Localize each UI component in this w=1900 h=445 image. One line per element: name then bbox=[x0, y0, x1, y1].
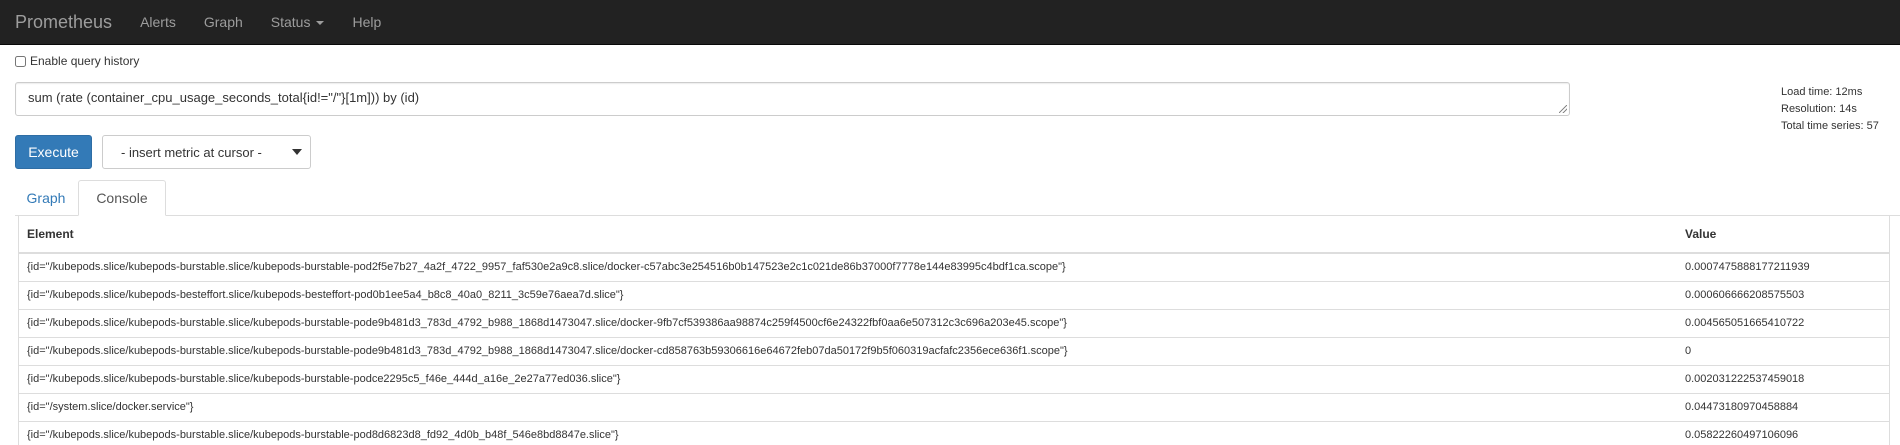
resolution: Resolution: 14s bbox=[1781, 103, 1857, 115]
table-header-row: Element Value bbox=[19, 216, 1889, 254]
value-cell: 0.000606666208575503 bbox=[1677, 280, 1889, 309]
expression-input[interactable]: sum (rate (container_cpu_usage_seconds_t… bbox=[15, 82, 1570, 116]
resize-handle-icon[interactable] bbox=[1559, 105, 1567, 113]
value-cell: 0.0007475888177211939 bbox=[1677, 252, 1889, 281]
column-header-element: Element bbox=[19, 216, 1677, 254]
query-history-checkbox[interactable] bbox=[15, 55, 26, 67]
caret-down-icon bbox=[316, 21, 325, 25]
value-cell: 0.05822260497106096 bbox=[1677, 420, 1889, 445]
element-cell: {id="/kubepods.slice/kubepods-burstable.… bbox=[19, 336, 1677, 365]
nav-status-dropdown[interactable]: Status bbox=[257, 0, 339, 44]
value-cell: 0.002031222537459018 bbox=[1677, 364, 1889, 393]
insert-metric-select[interactable]: - insert metric at cursor - bbox=[102, 135, 311, 169]
brand-link[interactable]: Prometheus bbox=[15, 12, 112, 33]
element-cell: {id="/system.slice/docker.service"} bbox=[19, 392, 1677, 421]
table-row: {id="/kubepods.slice/kubepods-burstable.… bbox=[19, 420, 1889, 445]
results-table: Element Value {id="/kubepods.slice/kubep… bbox=[19, 216, 1889, 445]
table-row: {id="/kubepods.slice/kubepods-burstable.… bbox=[19, 336, 1889, 365]
element-cell: {id="/kubepods.slice/kubepods-burstable.… bbox=[19, 420, 1677, 445]
element-cell: {id="/kubepods.slice/kubepods-burstable.… bbox=[19, 364, 1677, 393]
tab-graph[interactable]: Graph bbox=[15, 180, 77, 215]
query-stats: Load time: 12ms Resolution: 14s Total ti… bbox=[1781, 84, 1879, 135]
nav-graph[interactable]: Graph bbox=[190, 0, 257, 44]
nav-alerts[interactable]: Alerts bbox=[126, 0, 190, 44]
element-cell: {id="/kubepods.slice/kubepods-burstable.… bbox=[19, 308, 1677, 337]
execute-button[interactable]: Execute bbox=[15, 135, 92, 169]
table-row: {id="/kubepods.slice/kubepods-burstable.… bbox=[19, 252, 1889, 281]
value-cell: 0 bbox=[1677, 336, 1889, 365]
nav-status-label: Status bbox=[270, 14, 311, 30]
tab-console[interactable]: Console bbox=[78, 180, 166, 216]
load-time: Load time: 12ms bbox=[1781, 86, 1863, 98]
value-cell: 0.004565051665410722 bbox=[1677, 308, 1889, 337]
navbar: Prometheus Alerts Graph Status Help bbox=[0, 0, 1900, 45]
query-history-toggle[interactable]: Enable query history bbox=[15, 54, 139, 68]
table-row: {id="/system.slice/docker.service"} 0.04… bbox=[19, 392, 1889, 421]
element-cell: {id="/kubepods.slice/kubepods-besteffort… bbox=[19, 280, 1677, 309]
table-row: {id="/kubepods.slice/kubepods-besteffort… bbox=[19, 280, 1889, 309]
element-cell: {id="/kubepods.slice/kubepods-burstable.… bbox=[19, 252, 1677, 281]
chevron-down-icon bbox=[292, 149, 302, 155]
tab-bar: Graph Console bbox=[15, 180, 1900, 216]
value-cell: 0.04473180970458884 bbox=[1677, 392, 1889, 421]
total-time-series: Total time series: 57 bbox=[1781, 120, 1879, 132]
table-row: {id="/kubepods.slice/kubepods-burstable.… bbox=[19, 308, 1889, 337]
nav-help[interactable]: Help bbox=[338, 0, 395, 44]
console-panel: Element Value {id="/kubepods.slice/kubep… bbox=[18, 216, 1890, 445]
query-history-label: Enable query history bbox=[30, 54, 140, 68]
expression-text: sum (rate (container_cpu_usage_seconds_t… bbox=[28, 90, 420, 105]
insert-metric-value: - insert metric at cursor - bbox=[121, 144, 262, 160]
column-header-value: Value bbox=[1677, 216, 1889, 254]
table-row: {id="/kubepods.slice/kubepods-burstable.… bbox=[19, 364, 1889, 393]
